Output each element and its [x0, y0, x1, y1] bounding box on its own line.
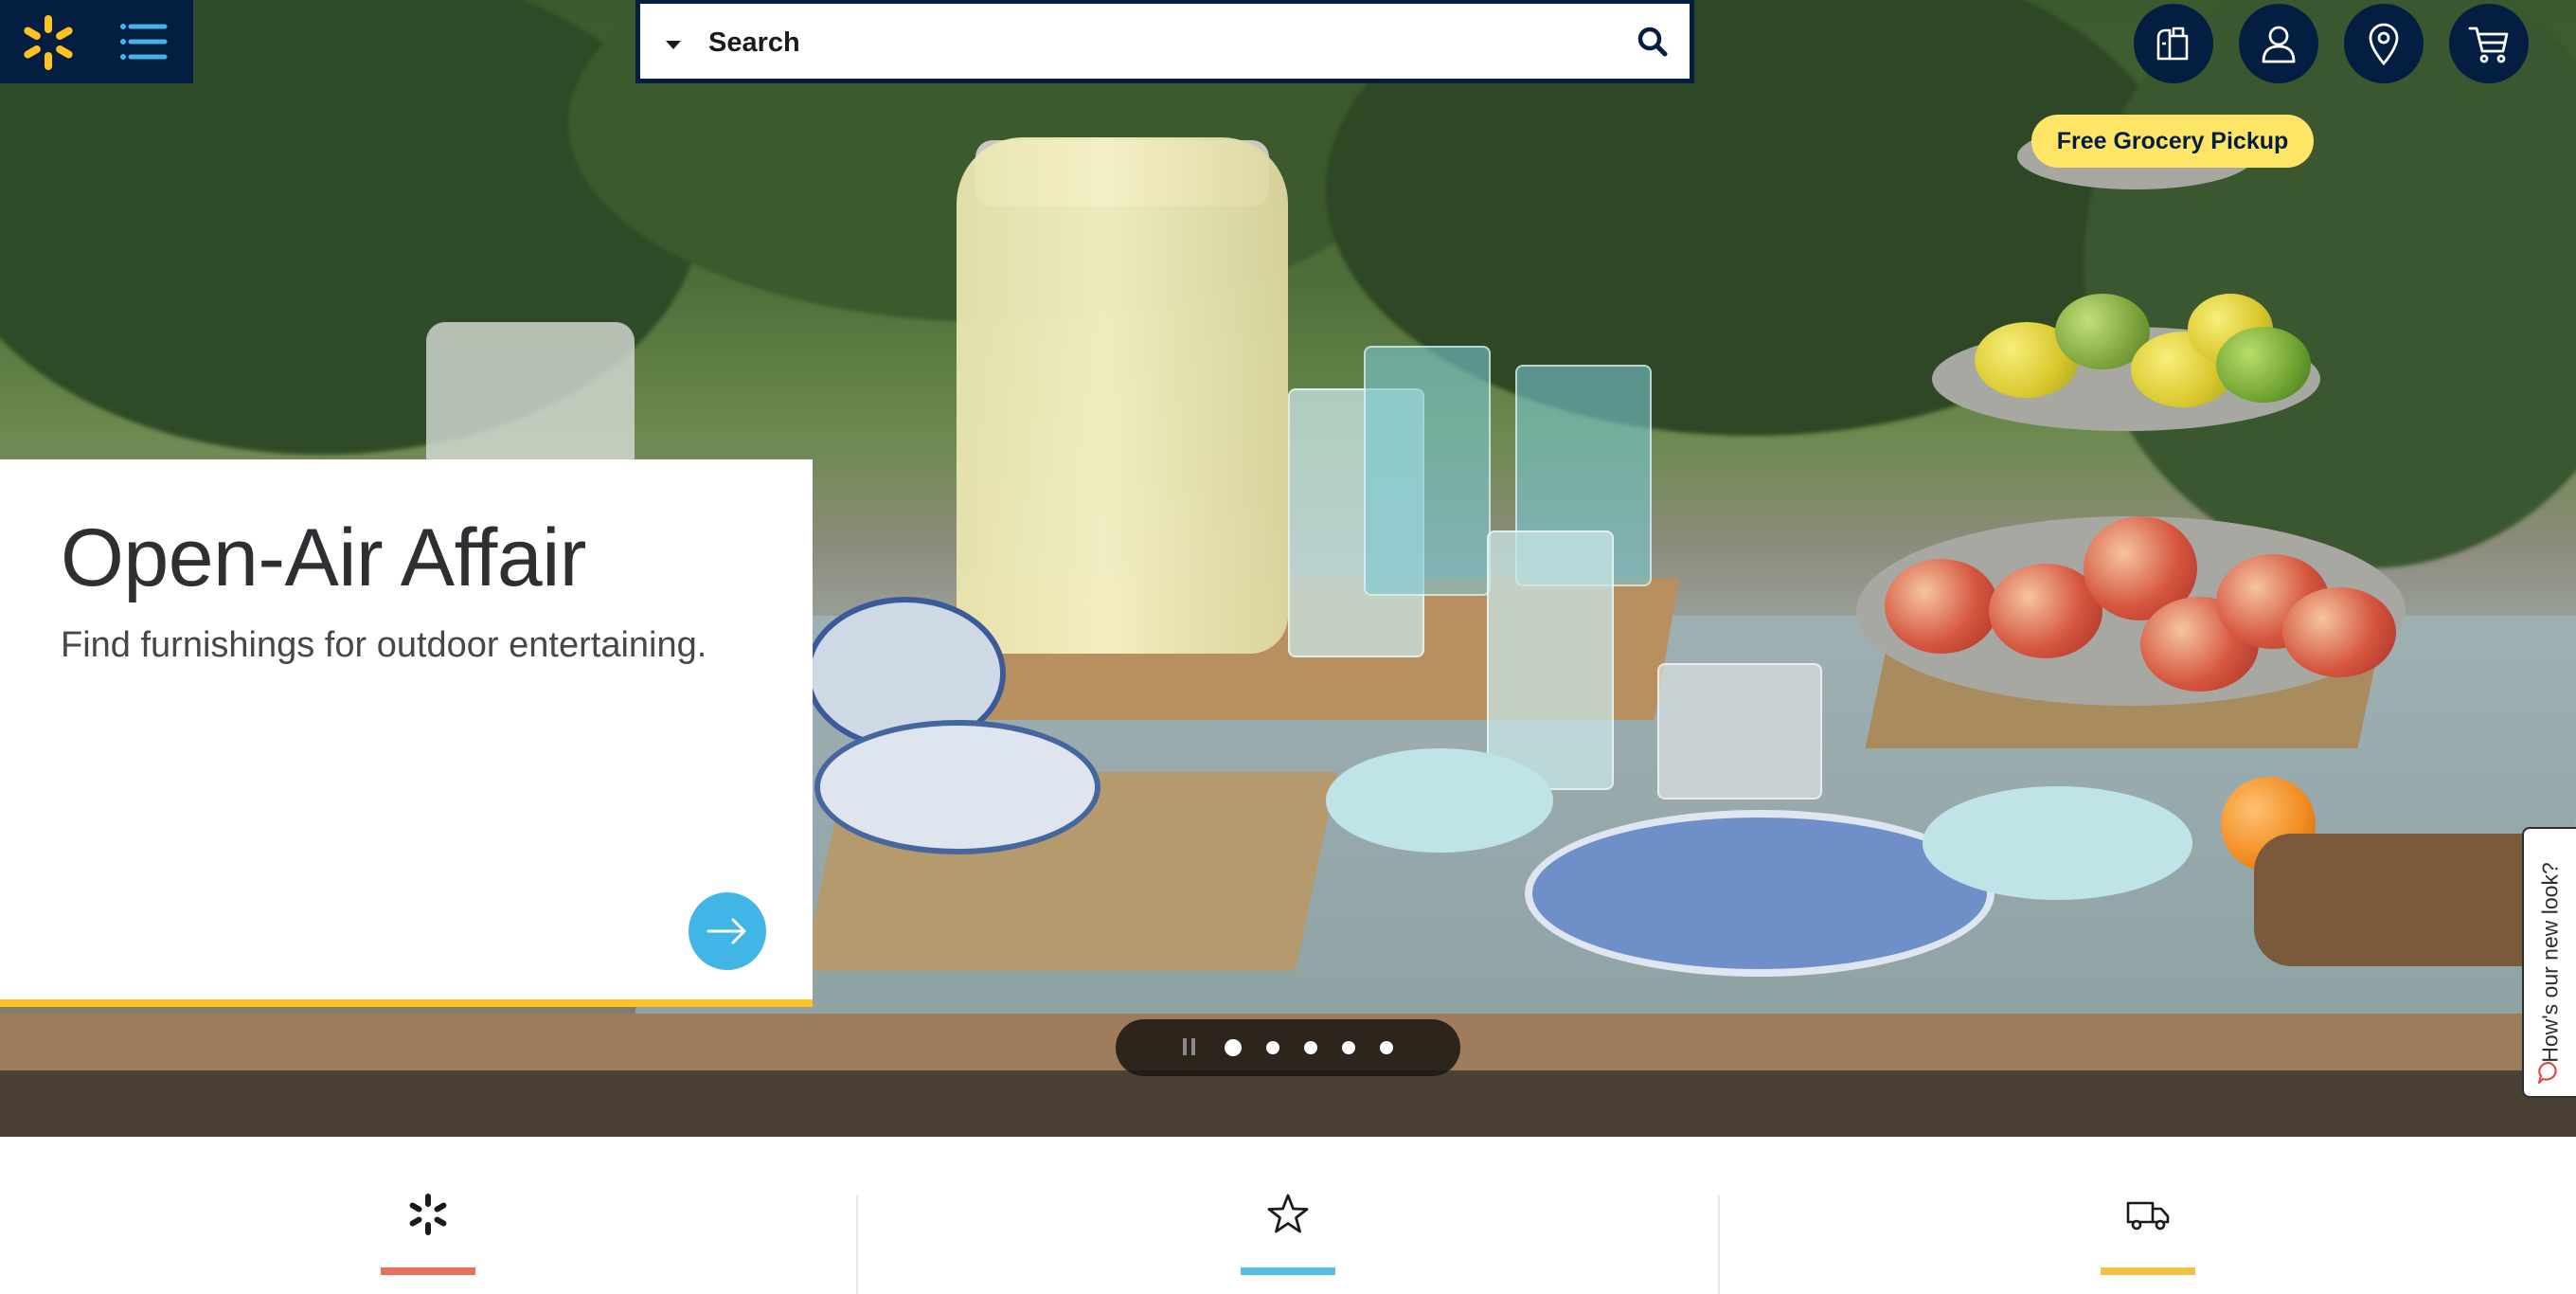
store-finder-button[interactable] — [2344, 4, 2424, 83]
feature-item[interactable] — [381, 1192, 475, 1277]
spark-logo-icon — [24, 15, 73, 70]
feature-underline — [2101, 1267, 2195, 1275]
location-pin-icon — [2369, 23, 2399, 66]
carousel-dot-4[interactable] — [1342, 1041, 1355, 1054]
truck-icon — [2126, 1201, 2170, 1231]
spark-icon — [409, 1194, 447, 1235]
feature-underline — [1241, 1267, 1335, 1275]
walmart-logo-button[interactable] — [19, 13, 78, 72]
arrow-right-icon — [707, 918, 746, 944]
search-input[interactable] — [707, 13, 1582, 72]
promo-arrow-button[interactable] — [689, 892, 766, 970]
cart-button[interactable] — [2449, 4, 2529, 83]
promo-title: Open-Air Affair — [61, 512, 586, 603]
feature-divider — [1718, 1195, 1720, 1294]
caret-down-icon[interactable] — [659, 30, 688, 59]
feature-item[interactable] — [1241, 1192, 1335, 1277]
feedback-tab[interactable]: How's our new look? — [2522, 827, 2576, 1098]
promo-subtitle: Find furnishings for outdoor entertainin… — [61, 625, 707, 665]
star-icon — [1267, 1194, 1309, 1233]
user-icon — [2262, 26, 2296, 63]
grocery-icon — [2156, 27, 2189, 61]
carousel-dot-2[interactable] — [1266, 1041, 1279, 1054]
feedback-label: How's our new look? — [2537, 862, 2562, 1063]
hamburger-menu-icon — [120, 24, 168, 60]
brand-bar — [0, 0, 193, 83]
speech-bubble-icon — [2537, 1061, 2557, 1085]
pause-icon[interactable] — [1183, 1038, 1200, 1057]
feature-strip — [0, 1137, 2576, 1294]
search-bar — [635, 0, 1694, 83]
search-icon — [1637, 27, 1668, 56]
feature-divider — [856, 1195, 858, 1294]
search-submit-button[interactable] — [1629, 19, 1676, 66]
cart-icon — [2468, 27, 2509, 63]
feature-item[interactable] — [2101, 1192, 2195, 1277]
carousel-dot-1[interactable] — [1225, 1039, 1242, 1056]
menu-button[interactable] — [117, 17, 170, 66]
account-button[interactable] — [2239, 4, 2318, 83]
carousel-dot-3[interactable] — [1304, 1041, 1317, 1054]
feature-underline — [381, 1267, 475, 1275]
grocery-button[interactable] — [2134, 4, 2213, 83]
carousel-dot-5[interactable] — [1380, 1041, 1393, 1054]
free-grocery-pickup-badge[interactable]: Free Grocery Pickup — [2031, 115, 2314, 168]
hero-promo-card[interactable]: Open-Air Affair Find furnishings for out… — [0, 459, 813, 1007]
carousel-controls — [1116, 1019, 1460, 1076]
